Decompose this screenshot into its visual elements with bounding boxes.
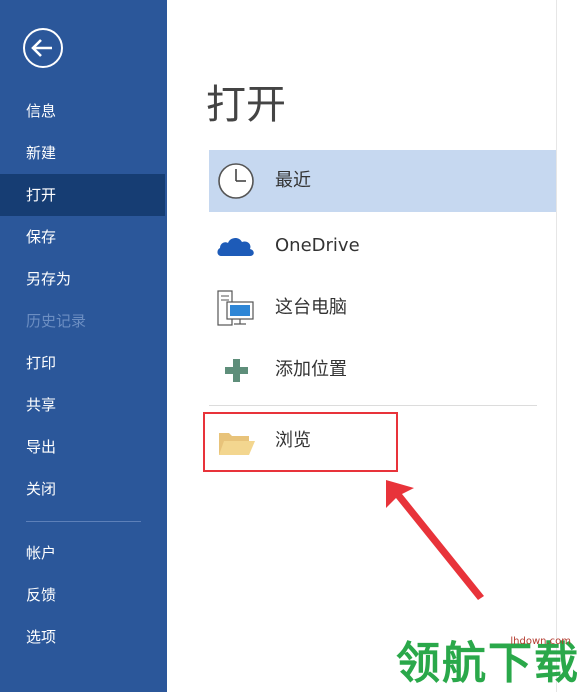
watermark-logo: 领航下载 lhdown.com <box>396 636 577 692</box>
annotation-arrow-icon <box>386 480 484 600</box>
watermark-url: lhdown.com <box>510 636 571 647</box>
scroll-track <box>556 0 557 692</box>
